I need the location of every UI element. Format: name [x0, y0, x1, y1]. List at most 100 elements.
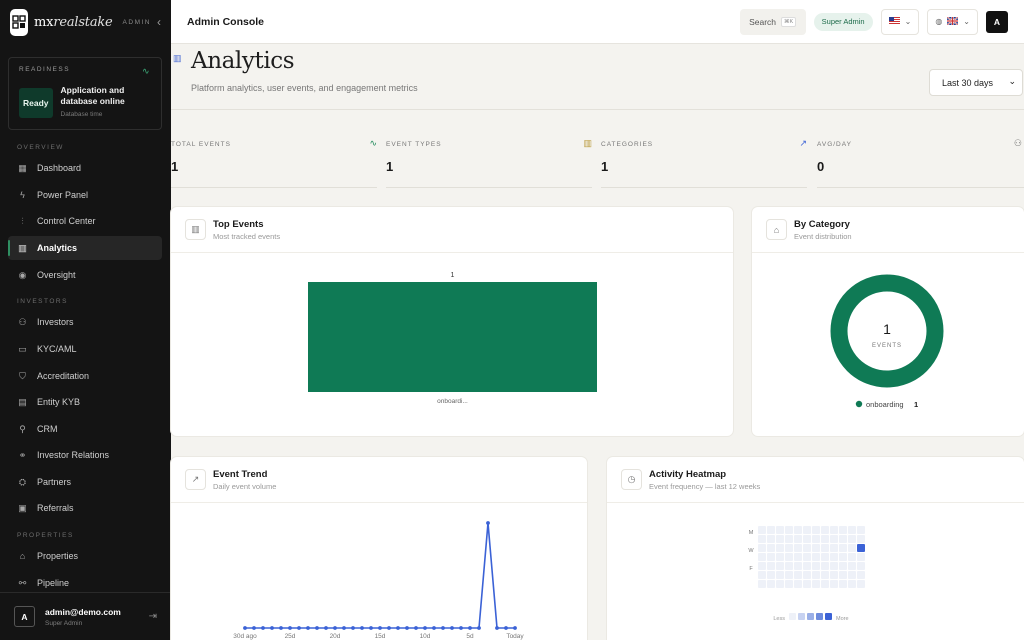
brand: mxrealstake ADMIN ‹ — [0, 0, 171, 44]
sidebar-item-control-center[interactable]: ⫶ Control Center — [8, 209, 162, 233]
category-donut-chart: 1 EVENTS onboarding 1 — [830, 274, 944, 409]
heatmap-cell — [803, 562, 811, 570]
sidebar-item-label: Referrals — [37, 503, 74, 513]
heatmap-cell — [776, 562, 784, 570]
legend-more-label: More — [836, 616, 849, 622]
brand-tag: ADMIN — [122, 18, 151, 26]
console-title: Admin Console — [187, 15, 265, 28]
trend-point — [261, 626, 265, 630]
trend-point — [270, 626, 274, 630]
legend-value: 1 — [914, 400, 918, 409]
sidebar-item-entity-kyb[interactable]: ▤ Entity KYB — [8, 390, 162, 414]
heatmap-cell — [767, 571, 775, 579]
donut-center-value: 1 — [883, 321, 891, 337]
heatmap-cell — [758, 562, 766, 570]
trending-up-icon: ↗ — [799, 138, 807, 148]
sidebar-item-kyc-aml[interactable]: ▭ KYC/AML — [8, 337, 162, 361]
trend-point — [405, 626, 409, 630]
x-tick-label: 25d — [285, 633, 296, 640]
heatmap-cell — [857, 553, 865, 561]
trend-point — [369, 626, 373, 630]
user-email: admin@demo.com — [45, 606, 121, 617]
user-plus-icon: ⚲ — [19, 423, 26, 434]
heatmap-cell — [794, 571, 802, 579]
event-trend-card: ↗ Event Trend Daily event volume 30d ago… — [171, 457, 587, 640]
heatmap-cell — [785, 580, 793, 588]
heatmap-cell — [812, 571, 820, 579]
sidebar-item-investor-relations[interactable]: ⚭ Investor Relations — [8, 443, 162, 467]
sidebar-item-label: Properties — [37, 551, 79, 561]
heatmap-cell — [857, 562, 865, 570]
heatmap-cell — [848, 553, 856, 561]
heatmap-cell — [848, 580, 856, 588]
topbar: Admin Console Search ⌘K Super Admin ⌄ ◍ ⌄… — [171, 0, 1024, 44]
partners-icon: ⛭ — [18, 476, 27, 487]
sidebar-item-crm[interactable]: ⚲ CRM — [8, 417, 162, 441]
heatmap-cell — [812, 535, 820, 543]
heatmap-cell — [758, 580, 766, 588]
heatmap-cell — [839, 526, 847, 534]
section-investors: INVESTORS — [17, 298, 68, 305]
heatmap-day-label: W — [748, 548, 754, 554]
bar-data-label: 1 — [451, 272, 455, 279]
heatmap-cell — [830, 571, 838, 579]
heatmap-cell — [785, 526, 793, 534]
sidebar-item-label: Dashboard — [37, 163, 82, 173]
heatmap-cell — [812, 544, 820, 552]
language-select[interactable]: ◍ ⌄ — [927, 8, 978, 35]
heatmap-cell — [857, 571, 865, 579]
trend-point — [243, 626, 247, 630]
trend-line — [245, 522, 515, 629]
card-subtitle: Event distribution — [794, 232, 852, 241]
trend-point — [486, 521, 490, 525]
stat-value: 1 — [386, 159, 394, 174]
sidebar-item-properties[interactable]: ⌂ Properties — [8, 544, 162, 568]
user-profile[interactable]: A admin@demo.com Super Admin ⇥ — [0, 592, 171, 640]
sidebar-item-analytics[interactable]: ▥ Analytics — [8, 236, 162, 260]
sidebar-item-label: CRM — [37, 424, 58, 434]
bar-category-label: onboardi... — [437, 398, 468, 405]
heatmap-cell — [848, 535, 856, 543]
sidebar-item-oversight[interactable]: ◉ Oversight — [8, 263, 162, 287]
heatmap-cell — [758, 535, 766, 543]
trend-point — [315, 626, 319, 630]
heatmap-cell — [803, 580, 811, 588]
heatmap-day-label: F — [749, 566, 753, 572]
region-select[interactable]: ⌄ — [880, 8, 920, 35]
shield-icon: ⛉ — [19, 370, 26, 381]
sidebar-item-accreditation[interactable]: ⛉ Accreditation — [8, 364, 162, 388]
heatmap-cell — [785, 571, 793, 579]
account-avatar[interactable]: A — [986, 10, 1008, 33]
collapse-sidebar-icon[interactable]: ‹ — [157, 15, 161, 29]
stat-label: CATEGORIES — [601, 141, 654, 148]
stat-value: 1 — [601, 159, 609, 174]
heatmap-cell — [812, 562, 820, 570]
uk-flag-icon — [946, 15, 959, 27]
trend-point — [360, 626, 364, 630]
trend-point — [423, 626, 427, 630]
sidebar-item-investors[interactable]: ⚇ Investors — [8, 310, 162, 334]
sidebar-item-referrals[interactable]: ▣ Referrals — [8, 496, 162, 520]
logo-icon[interactable] — [10, 8, 29, 36]
heatmap-cell — [776, 580, 784, 588]
heatmap-cell — [821, 544, 829, 552]
heatmap-cell — [767, 562, 775, 570]
sidebar-item-label: Oversight — [37, 270, 76, 280]
top-events-chart: 1 onboardi... — [308, 272, 597, 405]
trend-point — [504, 626, 508, 630]
sidebar-item-partners[interactable]: ⛭ Partners — [8, 470, 162, 494]
search-button[interactable]: Search ⌘K — [739, 8, 806, 35]
sidebar-item-power-panel[interactable]: ϟ Power Panel — [8, 183, 162, 207]
readiness-text: Application and database online Database… — [60, 85, 125, 118]
heatmap-cell — [758, 526, 766, 534]
stat-total-events: TOTAL EVENTS 1 ∿ — [171, 128, 377, 188]
sidebar-item-dashboard[interactable]: ▦ Dashboard — [8, 156, 162, 180]
page-title: Analytics — [191, 48, 295, 74]
legend-less-label: Less — [773, 616, 785, 622]
date-range-select[interactable]: Last 30 days ⌄ — [929, 69, 1023, 96]
stat-value: 0 — [817, 159, 825, 174]
logout-icon[interactable]: ⇥ — [149, 611, 157, 622]
donut-center-label: EVENTS — [872, 343, 902, 349]
bolt-icon: ϟ — [20, 190, 25, 200]
sliders-icon: ⫶ — [21, 215, 24, 226]
